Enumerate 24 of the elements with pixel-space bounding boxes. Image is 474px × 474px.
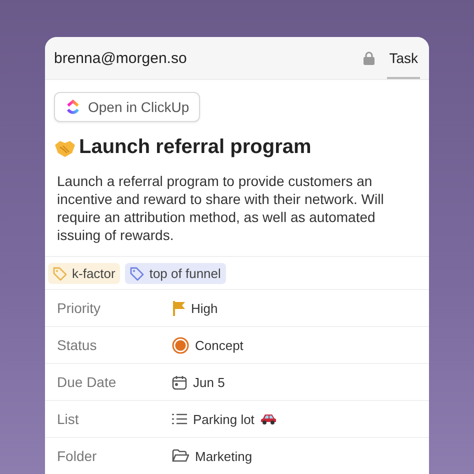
calendar-icon — [172, 374, 187, 390]
tag-chip[interactable]: k-factor — [48, 263, 120, 284]
account-email: brenna@morgen.so — [54, 50, 188, 66]
tag-label: k-factor — [72, 266, 116, 281]
field-label: List — [57, 411, 80, 427]
car-icon — [260, 413, 278, 425]
tab[interactable]: Task — [387, 37, 420, 79]
field-value: Marketing — [195, 448, 252, 464]
field-value: High — [191, 300, 218, 316]
field-label: Due Date — [57, 374, 118, 390]
task-title: Launch referral program — [79, 136, 312, 159]
task-description: Launch a referral program to provide customers an incentive and reward to share with their network. Will require an attribution method, as well as automated issuing of rewards. — [57, 172, 385, 244]
field-label: Priority — [57, 300, 102, 316]
logo-icon — [65, 98, 81, 116]
tag-chip[interactable]: top of funnel — [125, 263, 226, 284]
field-label: Status — [57, 337, 98, 353]
folder-icon — [172, 449, 189, 463]
open-in-app-button[interactable]: Open in ClickUp — [54, 92, 200, 122]
field-value: Jun 5 — [193, 374, 225, 390]
field-label: Folder — [57, 448, 98, 464]
field-value: Concept — [195, 338, 244, 352]
tag-label: top of funnel — [149, 266, 221, 281]
list-icon — [172, 413, 187, 425]
field-value: Parking lot — [193, 412, 254, 426]
